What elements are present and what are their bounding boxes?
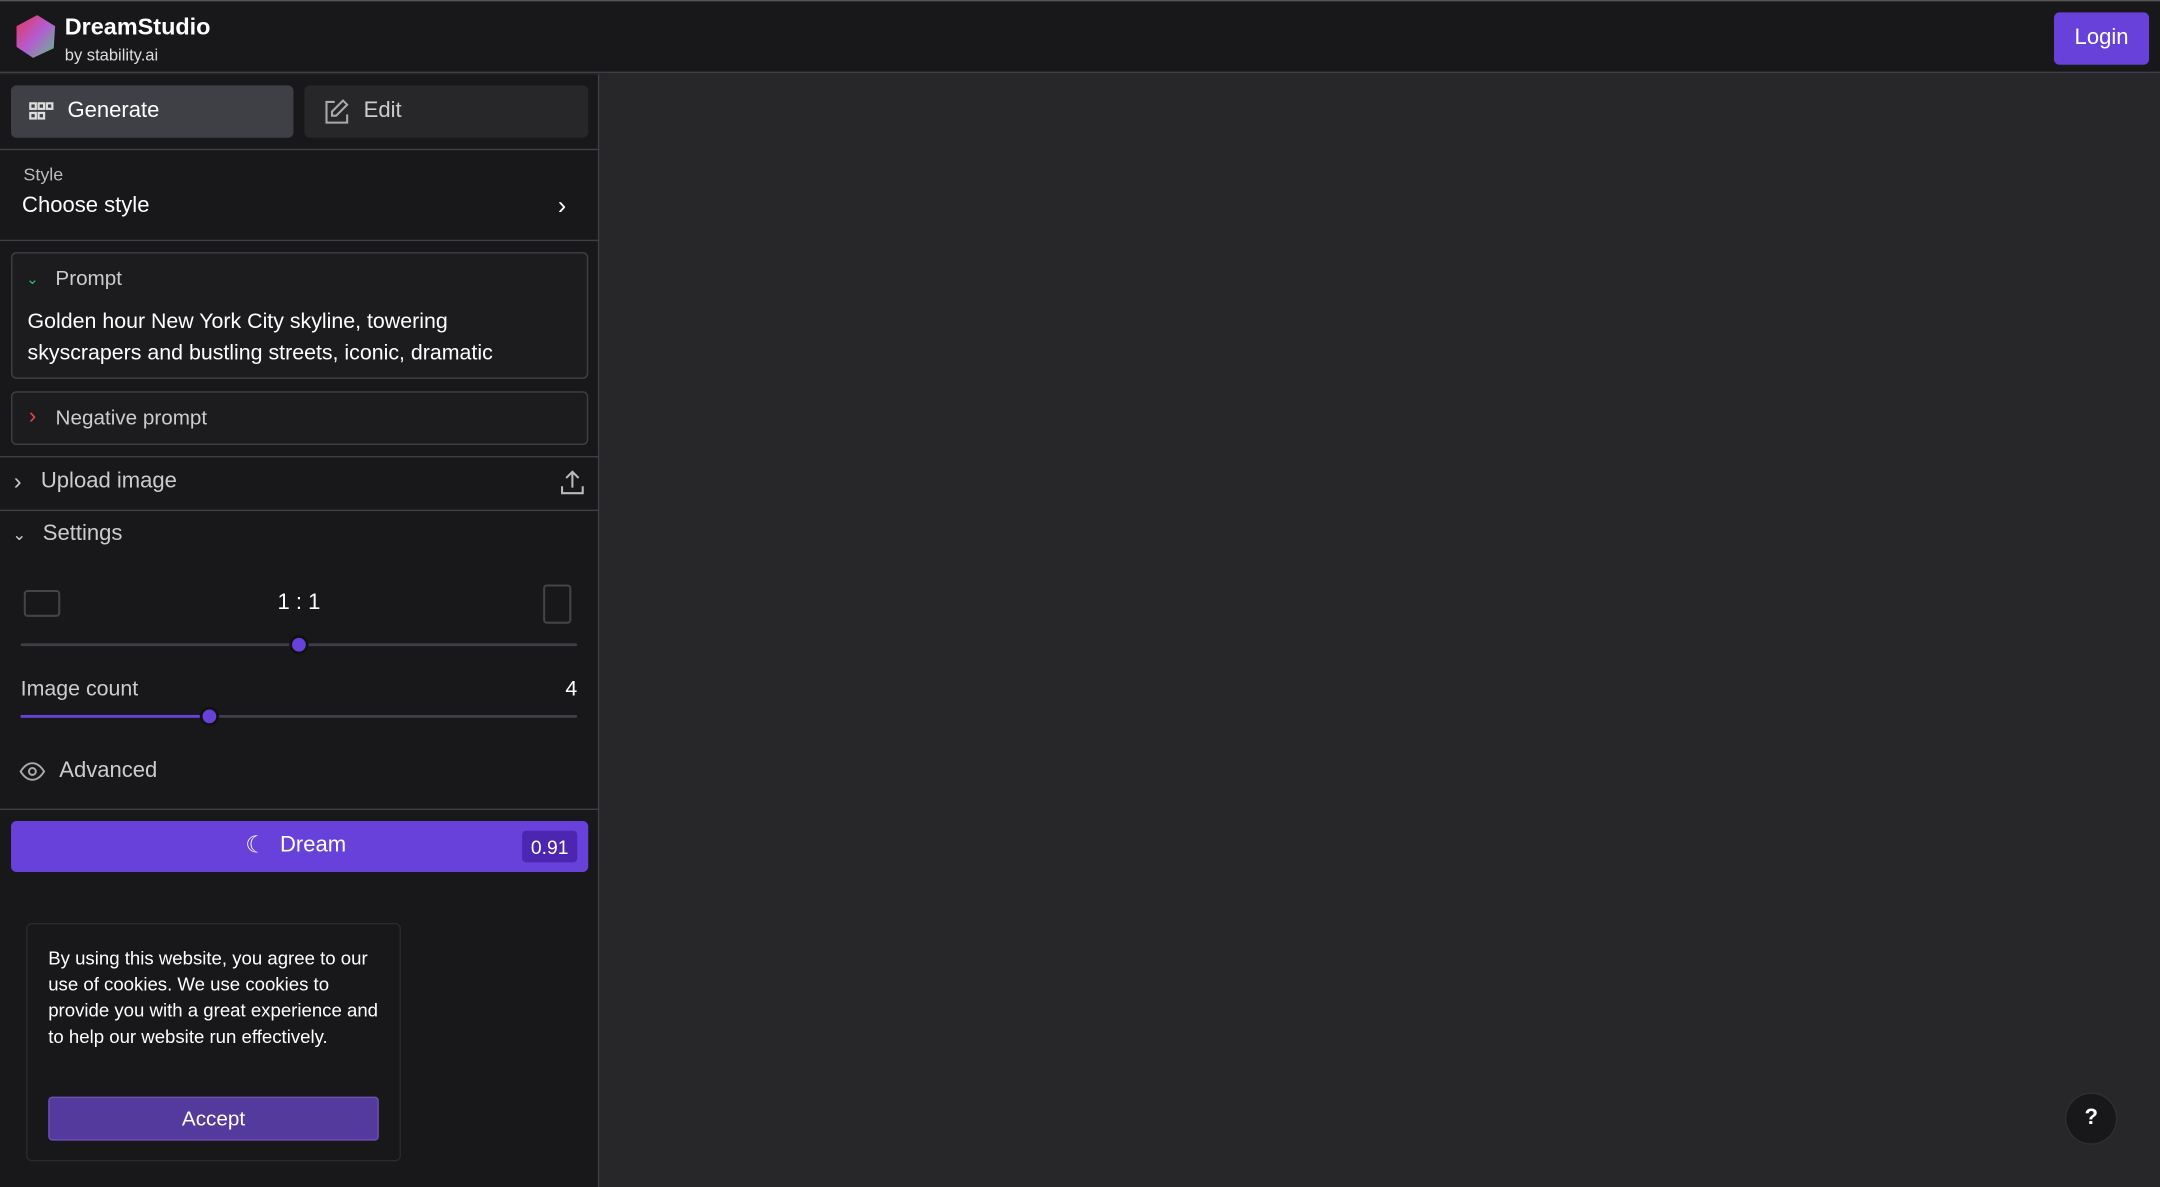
style-label: Style — [23, 163, 64, 185]
dream-label: Dream — [279, 833, 347, 857]
landscape-aspect-icon[interactable] — [23, 589, 61, 618]
login-button[interactable]: Login — [2054, 12, 2150, 65]
aspect-ratio-slider-thumb[interactable] — [289, 635, 309, 655]
image-count-slider-fill — [20, 714, 210, 718]
prompt-input[interactable]: Golden hour New York City skyline, tower… — [28, 306, 551, 369]
settings-label: Settings — [42, 522, 123, 546]
tab-generate-label: Generate — [67, 99, 160, 123]
tab-edit[interactable]: Edit — [304, 85, 589, 138]
style-value: Choose style — [22, 194, 150, 218]
portrait-aspect-icon[interactable] — [543, 584, 572, 624]
cookie-text: By using this website, you agree to our … — [48, 947, 379, 1047]
moon-stars-icon: ☾ — [245, 832, 267, 859]
cookie-banner: By using this website, you agree to our … — [26, 922, 401, 1162]
tab-edit-label: Edit — [363, 99, 402, 123]
settings-toggle[interactable]: ⌄ Settings — [12, 522, 122, 547]
negative-prompt-box[interactable]: › Negative prompt — [11, 391, 589, 445]
chevron-right-icon: › — [557, 191, 567, 220]
upload-image-section[interactable]: › Upload image — [0, 457, 599, 509]
advanced-label: Advanced — [59, 759, 158, 783]
app-name: DreamStudio — [64, 13, 211, 40]
accept-cookies-button[interactable]: Accept — [48, 1096, 379, 1141]
image-count-value: 4 — [565, 677, 578, 702]
edit-icon — [325, 99, 349, 124]
image-count-slider[interactable] — [20, 706, 578, 726]
eye-icon — [19, 762, 46, 781]
aspect-ratio-value: 1 : 1 — [277, 590, 321, 615]
grid-icon — [29, 102, 54, 120]
dreamstudio-logo-icon — [16, 15, 56, 58]
chevron-down-icon: ⌄ — [12, 524, 27, 545]
chevron-right-icon: › — [13, 468, 22, 495]
dream-button[interactable]: ☾ Dream 0.91 — [11, 821, 589, 873]
app-byline: by stability.ai — [64, 45, 159, 65]
upload-icon[interactable] — [559, 470, 585, 496]
credit-cost-badge: 0.91 — [522, 830, 578, 863]
upload-image-label: Upload image — [40, 469, 177, 494]
chevron-right-icon: › — [28, 405, 37, 429]
top-header: DreamStudio by stability.ai Login — [0, 0, 2160, 74]
style-selector[interactable]: Style Choose style › — [0, 150, 599, 240]
sidebar: Generate Edit Style Choose style › ⌄ Pro… — [0, 74, 600, 1187]
image-count-slider-thumb[interactable] — [200, 706, 220, 726]
canvas-area — [600, 74, 2160, 1187]
tab-generate[interactable]: Generate — [11, 85, 294, 138]
image-count-label: Image count — [20, 677, 139, 702]
aspect-ratio-slider[interactable] — [20, 635, 578, 655]
negative-prompt-label: Negative prompt — [55, 405, 208, 430]
advanced-toggle[interactable]: Advanced — [19, 759, 157, 784]
prompt-label: Prompt — [55, 267, 123, 291]
divider — [0, 808, 600, 811]
divider — [0, 239, 600, 242]
divider — [0, 509, 600, 512]
prompt-box[interactable]: ⌄ Prompt Golden hour New York City skyli… — [11, 252, 589, 379]
help-button[interactable]: ? — [2065, 1092, 2118, 1145]
chevron-down-icon: ⌄ — [26, 271, 39, 288]
